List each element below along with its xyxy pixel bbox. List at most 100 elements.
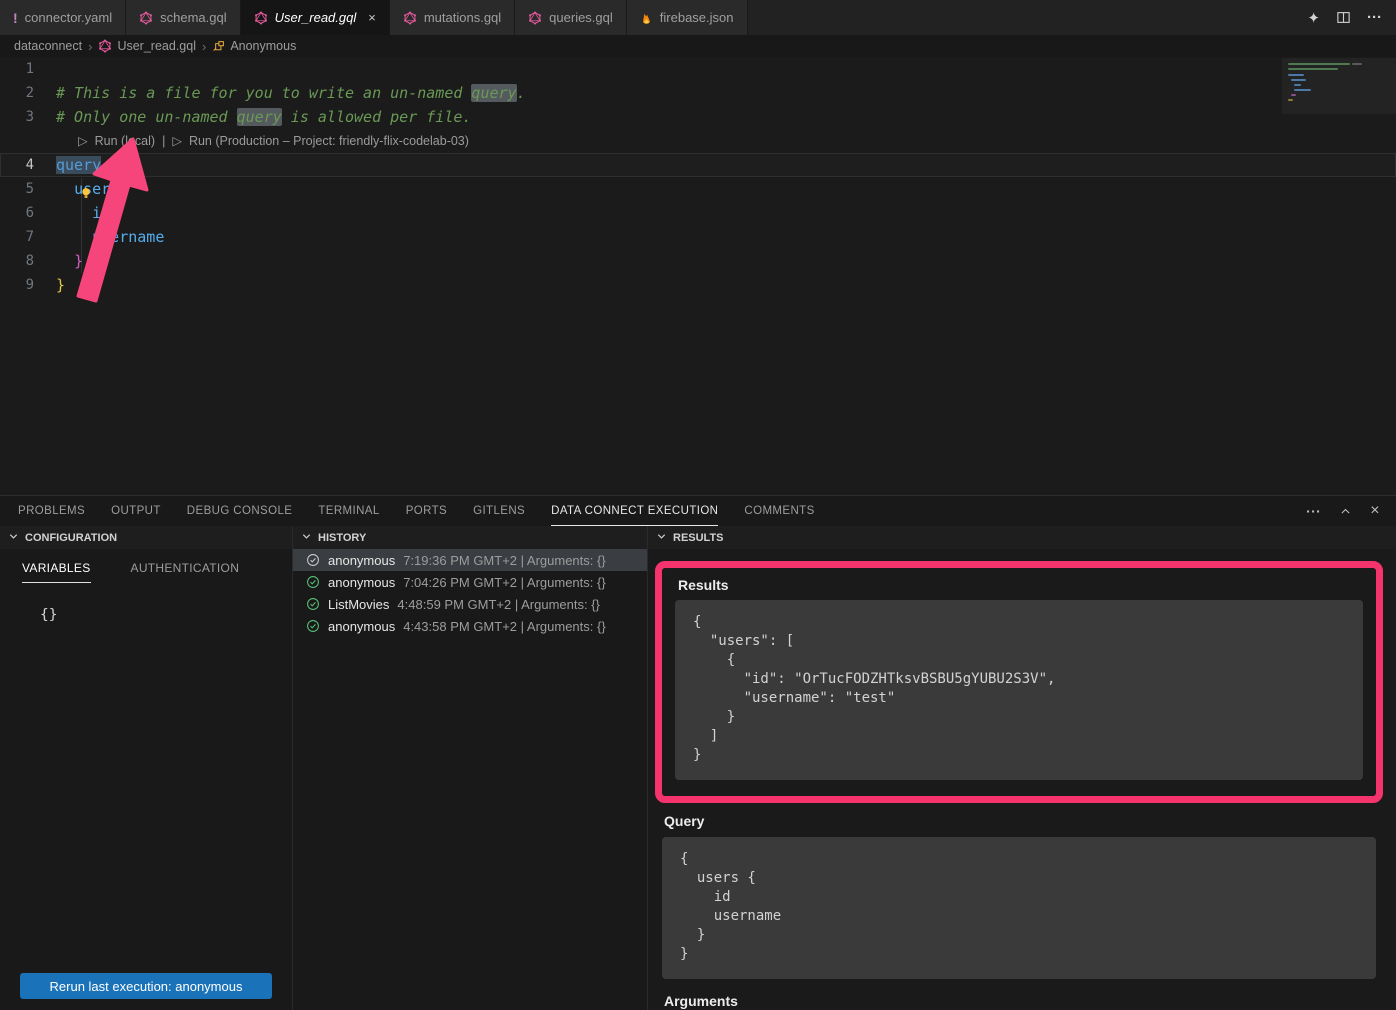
editor-line[interactable]: 2# This is a file for you to write an un…	[0, 81, 1396, 105]
graphql-icon	[528, 11, 542, 25]
history-entry[interactable]: ListMovies 4:48:59 PM GMT+2 | Arguments: …	[293, 593, 647, 615]
run-local-link[interactable]: Run (local)	[95, 129, 155, 153]
close-icon[interactable]: ×	[1370, 502, 1380, 520]
run-production-link[interactable]: Run (Production – Project: friendly-flix…	[189, 129, 469, 153]
breadcrumb-item-user-read-gql[interactable]: User_read.gql	[98, 39, 196, 53]
split-editor-icon[interactable]	[1336, 10, 1351, 25]
tab-firebase-json[interactable]: firebase.json	[627, 0, 748, 35]
code-text: username	[56, 225, 164, 249]
variables-value[interactable]: {}	[40, 607, 292, 623]
code-line: username	[680, 907, 1358, 926]
editor-line[interactable]: 9}	[0, 273, 1396, 297]
line-number: 9	[0, 273, 56, 297]
panel-tab-ports[interactable]: PORTS	[406, 496, 447, 526]
minimap-slider[interactable]	[1282, 58, 1396, 114]
code-line: }	[680, 926, 1358, 945]
code-text: # This is a file for you to write an un-…	[56, 81, 526, 105]
history-entry-meta: 7:19:36 PM GMT+2 | Arguments: {}	[403, 553, 605, 568]
breadcrumb-item-dataconnect[interactable]: dataconnect	[14, 39, 82, 53]
rerun-last-execution-button[interactable]: Rerun last execution: anonymous	[20, 973, 272, 999]
history-entry-meta: 4:48:59 PM GMT+2 | Arguments: {}	[397, 597, 599, 612]
line-number: 5	[0, 177, 56, 201]
panel-tab-data-connect-execution[interactable]: DATA CONNECT EXECUTION	[551, 496, 718, 526]
editor-line[interactable]: 8 }	[0, 249, 1396, 273]
code-text: }	[56, 249, 83, 273]
history-entry[interactable]: anonymous7:19:36 PM GMT+2 | Arguments: {…	[293, 549, 647, 571]
minimap-mark	[1288, 63, 1350, 65]
minimap-mark	[1288, 74, 1304, 76]
code-text: }	[56, 273, 65, 297]
graphql-icon	[254, 11, 268, 25]
lightbulb-icon	[79, 186, 93, 201]
tab-connector-yaml[interactable]: !connector.yaml	[0, 0, 126, 35]
history-entry[interactable]: anonymous7:04:26 PM GMT+2 | Arguments: {…	[293, 571, 647, 593]
editor-line[interactable]: 1	[0, 57, 1396, 81]
results-header[interactable]: RESULTS	[648, 526, 1396, 549]
history-entry-name: ListMovies	[328, 597, 389, 612]
editor-actions: ✦ ···	[1307, 0, 1396, 35]
editor-tab-bar: !connector.yamlschema.gql User_read.gql × m…	[0, 0, 1396, 35]
history-entry[interactable]: anonymous4:43:58 PM GMT+2 | Arguments: {…	[293, 615, 647, 637]
code-line: {	[693, 651, 1345, 670]
graphql-icon	[139, 11, 153, 25]
code-line: "users": [	[693, 632, 1345, 651]
line-number: 7	[0, 225, 56, 249]
code-line: }	[693, 746, 1345, 765]
tab-mutations-gql[interactable]: mutations.gql	[390, 0, 515, 35]
check-circle-icon	[306, 597, 320, 611]
editor-line[interactable]: 3# Only one un-named query is allowed pe…	[0, 105, 1396, 129]
results-json: { "users": [ { "id": "OrTucFODZHTksvBSBU…	[675, 600, 1363, 780]
results-title: RESULTS	[673, 532, 724, 544]
sparkle-icon[interactable]: ✦	[1307, 9, 1320, 27]
ellipsis-icon[interactable]: ···	[1367, 9, 1382, 26]
minimap-mark	[1352, 63, 1362, 65]
panel-tab-output[interactable]: OUTPUT	[111, 496, 161, 526]
minimap-mark	[1291, 79, 1306, 81]
configuration-header[interactable]: CONFIGURATION	[0, 526, 292, 549]
panel-tab-terminal[interactable]: TERMINAL	[318, 496, 379, 526]
results-content[interactable]: Results { "users": [ { "id": "OrTucFODZH…	[648, 549, 1396, 1010]
code-editor[interactable]: 12# This is a file for you to write an u…	[0, 57, 1396, 495]
config-tab-authentication[interactable]: AUTHENTICATION	[131, 561, 240, 583]
panel-tab-debug-console[interactable]: DEBUG CONSOLE	[187, 496, 293, 526]
code-line: {	[693, 613, 1345, 632]
query-code: { users { id username }}	[662, 837, 1376, 979]
editor-line[interactable]: 6 id	[0, 201, 1396, 225]
history-header[interactable]: HISTORY	[293, 526, 647, 549]
tab-label: User_read.gql	[275, 10, 357, 25]
tab-label: mutations.gql	[424, 10, 501, 25]
history-entry-meta: 4:43:58 PM GMT+2 | Arguments: {}	[403, 619, 605, 634]
configuration-tabs: VARIABLES AUTHENTICATION	[0, 549, 292, 583]
panel-tab-problems[interactable]: PROBLEMS	[18, 496, 85, 526]
panel-tab-comments[interactable]: COMMENTS	[744, 496, 814, 526]
panel-tab-bar: PROBLEMS OUTPUT DEBUG CONSOLE TERMINAL PORTS…	[0, 496, 1396, 526]
tab-user-read-gql[interactable]: User_read.gql ×	[241, 0, 390, 35]
panel-tab-gitlens[interactable]: GITLENS	[473, 496, 525, 526]
results-section: RESULTS Results { "users": [ { "id": "Or…	[648, 526, 1396, 1010]
minimap[interactable]	[1282, 57, 1396, 297]
line-number: 6	[0, 201, 56, 225]
close-icon[interactable]: ×	[368, 10, 376, 25]
configuration-section: CONFIGURATION VARIABLES AUTHENTICATION {}…	[0, 526, 293, 1010]
editor-line[interactable]: 7 username	[0, 225, 1396, 249]
tab-queries-gql[interactable]: queries.gql	[515, 0, 627, 35]
firebase-icon	[640, 11, 653, 25]
editor-line[interactable]: 4query {	[0, 153, 1396, 177]
tab-label: connector.yaml	[25, 10, 112, 25]
line-number: 8	[0, 249, 56, 273]
breadcrumb-item-anonymous[interactable]: Anonymous	[212, 39, 296, 53]
line-number: 2	[0, 81, 56, 105]
ellipsis-icon[interactable]: ···	[1306, 503, 1321, 519]
history-entry-name: anonymous	[328, 575, 395, 590]
chevron-up-icon[interactable]	[1339, 505, 1352, 518]
editor-line[interactable]: 5 users{	[0, 177, 1396, 201]
code-line: id	[680, 888, 1358, 907]
configuration-title: CONFIGURATION	[25, 532, 117, 544]
check-circle-icon	[306, 619, 320, 633]
config-tab-variables[interactable]: VARIABLES	[22, 561, 91, 583]
run-icon: ▷	[78, 129, 88, 153]
check-circle-icon	[306, 553, 320, 567]
chevron-down-icon	[301, 531, 312, 545]
code-text: query {	[56, 153, 119, 177]
tab-schema-gql[interactable]: schema.gql	[126, 0, 240, 35]
